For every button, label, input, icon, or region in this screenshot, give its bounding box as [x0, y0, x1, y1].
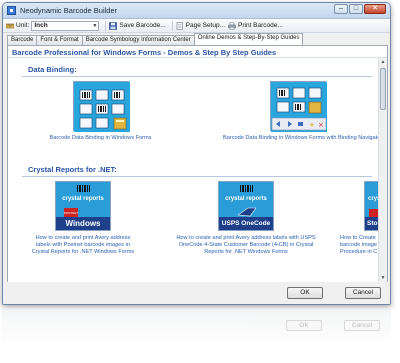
cancel-button[interactable]: Cancel	[345, 287, 381, 299]
page-setup-icon	[176, 21, 183, 30]
chevron-down-icon: ▼	[92, 22, 98, 29]
section-divider	[22, 76, 372, 77]
svg-text:×: ×	[318, 121, 324, 129]
crystal-stored-thumbnail[interactable]: crystal Stored	[364, 181, 378, 231]
data-binding-navigator-thumbnail[interactable]: + ×	[270, 81, 327, 132]
demo-item-postnet[interactable]: crystal reports POSTNET Windows How to c…	[28, 181, 138, 257]
window-reflection: OK Cancel	[2, 308, 391, 363]
crystal-reports-logo: crystal	[368, 196, 378, 202]
crystal-reports-logo: crystal reports	[62, 196, 104, 202]
toolbar: Unit: Inch ▼ Save Barcode... Page Setup.…	[3, 19, 390, 33]
window-title: Neodynamic Barcode Builder	[20, 6, 118, 15]
save-barcode-button[interactable]: Save Barcode...	[109, 21, 166, 30]
usps-eagle-icon	[238, 207, 256, 217]
svg-text:+: +	[309, 121, 315, 129]
demo-item-data-binding-navigator[interactable]: + × Barcode Data Binding in Windows Form…	[223, 81, 378, 142]
app-icon	[7, 6, 16, 15]
section-divider	[22, 176, 372, 177]
demo-item-usps-onecode[interactable]: crystal reports USPS OneCode How to crea…	[176, 181, 316, 257]
toolbar-separator	[171, 20, 173, 31]
ruler-icon	[6, 23, 14, 28]
barcode-icon	[77, 185, 90, 192]
stored-label: Stored	[365, 217, 378, 230]
vertical-scrollbar[interactable]: ▲ ▼	[378, 58, 387, 282]
crystal-windows-label: Windows	[56, 217, 110, 230]
page-setup-label: Page Setup...	[185, 22, 226, 29]
ok-button-reflection: OK	[286, 320, 322, 331]
crystal-windows-thumbnail[interactable]: crystal reports POSTNET Windows	[55, 181, 111, 231]
unit-value: Inch	[34, 22, 48, 29]
toolbar-separator	[105, 20, 107, 31]
data-binding-thumbnail[interactable]	[72, 81, 130, 132]
demo-caption[interactable]: How to create and print Avery address la…	[176, 235, 316, 257]
maximize-button[interactable]: □	[349, 4, 363, 14]
cancel-button-reflection: Cancel	[344, 320, 380, 331]
print-barcode-button[interactable]: Print Barcode...	[228, 21, 283, 30]
demo-caption[interactable]: Barcode Data Binding in Windows Forms wi…	[223, 135, 378, 142]
barcode-icon	[240, 185, 253, 192]
binding-navigator-icon: + ×	[271, 82, 327, 132]
tab-online-demos[interactable]: Online Demos & Step-By-Step Guides	[193, 33, 304, 45]
dialog-button-bar: OK Cancel	[3, 282, 390, 304]
tab-strip: Barcode Font & Format Barcode Symbology …	[3, 33, 390, 45]
tab-symbology-info[interactable]: Barcode Symbology Information Center	[81, 35, 195, 45]
section-title-data-binding: Data Binding:	[28, 65, 77, 74]
crystal-usps-thumbnail[interactable]: crystal reports USPS OneCode	[218, 181, 274, 231]
save-barcode-label: Save Barcode...	[119, 22, 166, 29]
tab-barcode[interactable]: Barcode	[7, 35, 38, 45]
page-setup-button[interactable]: Page Setup...	[176, 21, 226, 30]
minimize-button[interactable]: –	[334, 4, 348, 14]
save-icon	[109, 21, 118, 30]
demos-panel: Barcode Professional for Windows Forms -…	[7, 45, 388, 283]
usps-onecode-label: USPS OneCode	[219, 217, 273, 230]
tab-font-format[interactable]: Font & Format	[36, 35, 83, 45]
demos-content: Data Binding: Barcode Data Binding in Wi…	[8, 58, 378, 282]
barcode-grid-icon	[73, 82, 130, 132]
scroll-up-icon[interactable]: ▲	[379, 58, 387, 66]
ok-button[interactable]: OK	[287, 287, 323, 299]
crystal-reports-logo: crystal reports	[225, 196, 267, 202]
unit-dropdown[interactable]: Inch ▼	[31, 20, 100, 31]
section-title-crystal-reports: Crystal Reports for .NET:	[28, 165, 117, 174]
scroll-down-icon[interactable]: ▼	[379, 274, 387, 282]
panel-header: Barcode Professional for Windows Forms -…	[8, 46, 387, 58]
demo-caption[interactable]: How to create and print Avery address la…	[28, 235, 138, 257]
printer-icon	[228, 21, 236, 30]
title-bar[interactable]: Neodynamic Barcode Builder – □ ✕	[3, 3, 390, 19]
scroll-thumb[interactable]	[380, 68, 386, 110]
window-controls: – □ ✕	[334, 4, 386, 14]
demo-item-data-binding[interactable]: Barcode Data Binding in Windows Forms	[28, 81, 173, 142]
demo-caption[interactable]: How to Create barcode image Procedure in…	[330, 235, 378, 257]
main-window: Neodynamic Barcode Builder – □ ✕ Unit: I…	[2, 2, 391, 305]
demo-caption[interactable]: Barcode Data Binding in Windows Forms	[28, 135, 173, 142]
unit-label: Unit:	[16, 22, 30, 29]
print-barcode-label: Print Barcode...	[238, 22, 283, 29]
demo-item-stored-procedure[interactable]: crystal Stored How to Create barcode ima…	[330, 181, 378, 257]
close-button[interactable]: ✕	[364, 4, 386, 14]
